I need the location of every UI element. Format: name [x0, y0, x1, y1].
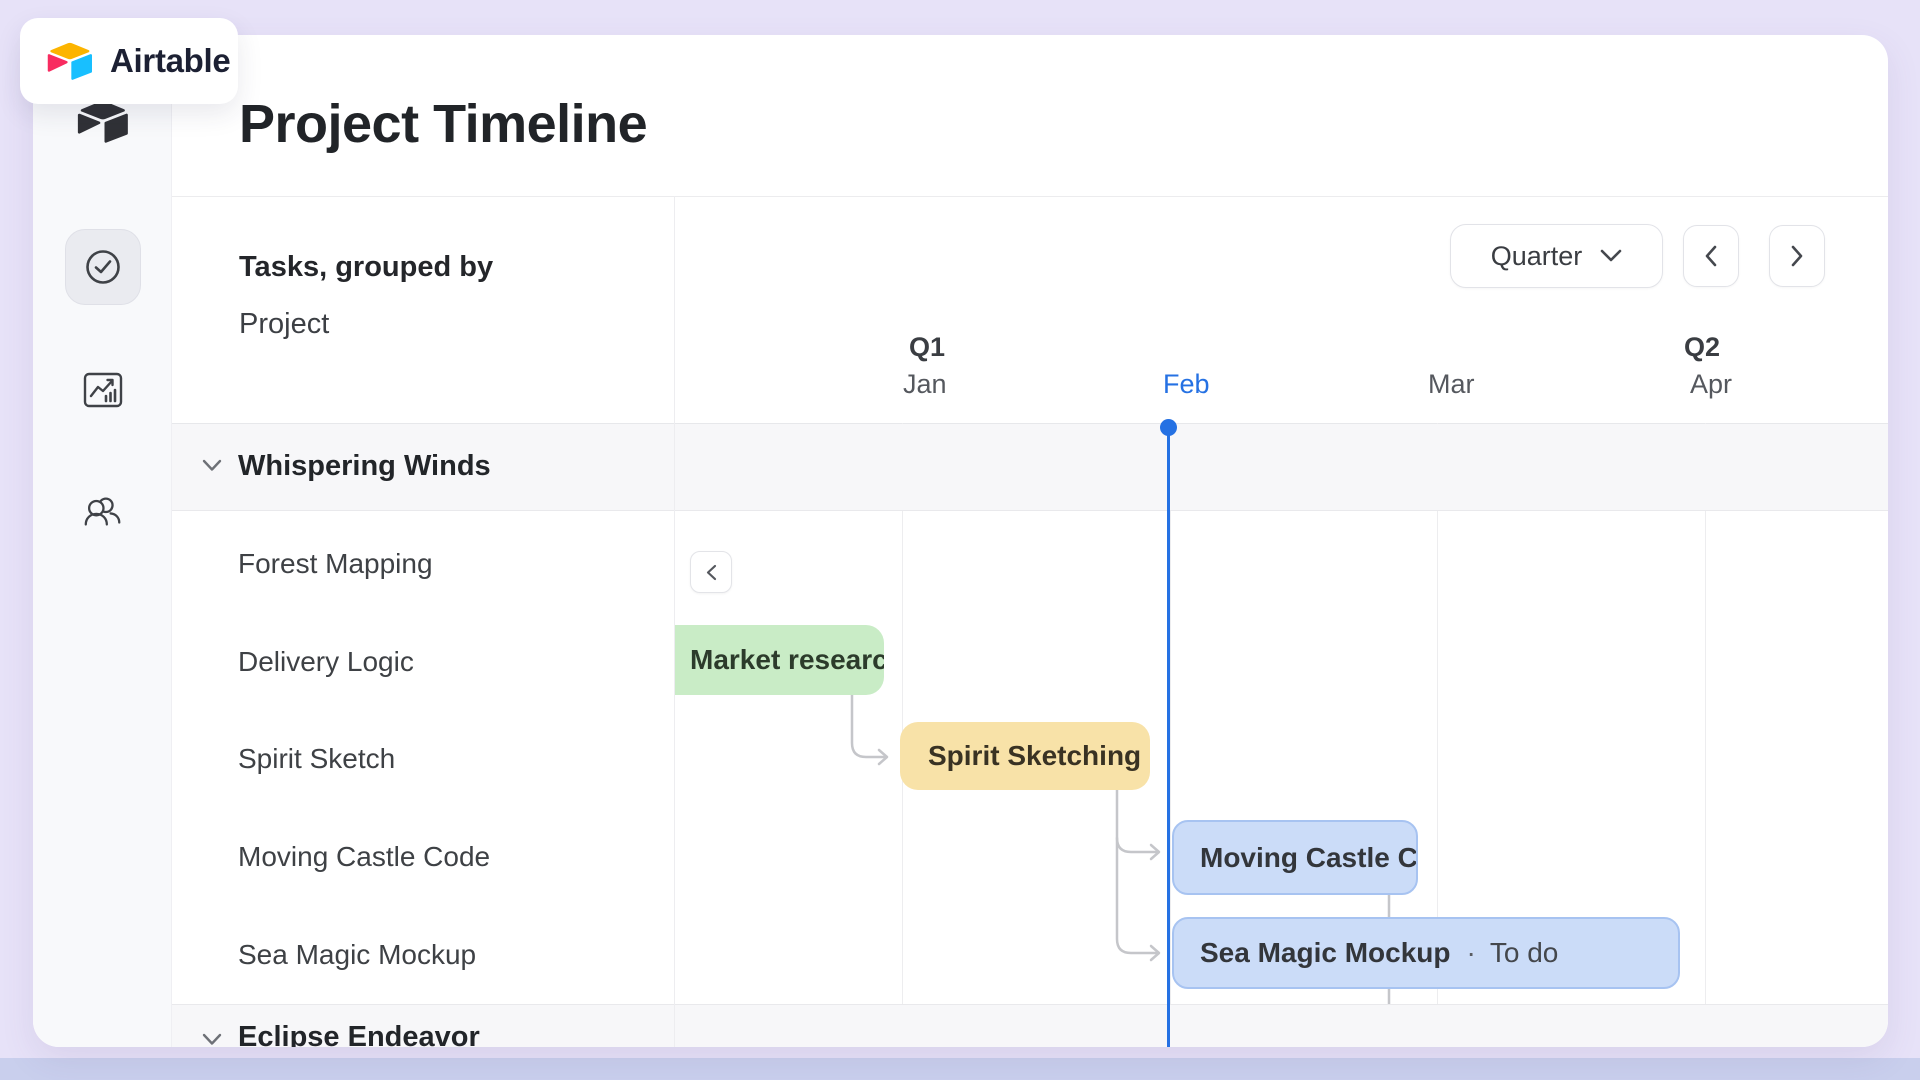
chevron-left-icon: [1704, 245, 1718, 267]
group-name: Whispering Winds: [238, 450, 491, 483]
header-divider: [172, 196, 1888, 197]
page-title: Project Timeline: [239, 93, 647, 155]
quarter-label-q1: Q1: [909, 332, 945, 363]
chevron-left-icon: [706, 564, 717, 581]
gantt-bar-sea-magic-mockup[interactable]: Sea Magic Mockup · To do: [1172, 917, 1680, 989]
chevron-down-icon: [1600, 249, 1622, 263]
timescale-select[interactable]: Quarter: [1450, 224, 1663, 288]
gantt-bar-moving-castle[interactable]: Moving Castle Code: [1172, 820, 1418, 895]
quarter-label-q2: Q2: [1684, 332, 1720, 363]
bar-label: Moving Castle Code: [1200, 842, 1418, 874]
check-circle-icon: [83, 247, 123, 287]
group-by-line1: Tasks, grouped by: [239, 239, 493, 296]
bar-label-separator: ·: [1467, 937, 1476, 969]
timescale-value: Quarter: [1491, 241, 1583, 272]
gantt-bar-market-research[interactable]: Market research: [674, 625, 884, 695]
sidebar: [33, 35, 172, 1047]
group-by-line2: Project: [239, 296, 493, 353]
users-icon: [81, 489, 125, 535]
sidebar-item-members[interactable]: [81, 490, 125, 534]
timeline-grid: Market research Spirit Sketching Moving …: [674, 423, 1888, 1047]
bar-label: Market research: [690, 644, 884, 676]
chevron-down-icon: [202, 1033, 222, 1046]
brand-badge: Airtable: [20, 18, 238, 104]
next-period-button[interactable]: [1769, 225, 1825, 287]
month-label-apr: Apr: [1690, 369, 1732, 400]
chevron-right-icon: [1790, 245, 1804, 267]
bar-label: Spirit Sketching: [928, 740, 1141, 772]
bar-status: To do: [1490, 937, 1559, 969]
group-name: Eclipse Endeavor: [238, 1021, 480, 1047]
task-row-delivery-logic[interactable]: Delivery Logic: [238, 646, 414, 678]
sidebar-item-timeline[interactable]: [65, 229, 141, 305]
panel-divider: [674, 196, 675, 1047]
brand-name: Airtable: [110, 42, 230, 80]
task-row-spirit-sketch[interactable]: Spirit Sketch: [238, 743, 395, 775]
month-label-feb: Feb: [1163, 369, 1210, 400]
task-row-sea-magic-mockup[interactable]: Sea Magic Mockup: [238, 939, 476, 971]
airtable-mark-icon[interactable]: [74, 98, 132, 146]
month-label-jan: Jan: [903, 369, 947, 400]
window-bottom-edge: [0, 1058, 1920, 1080]
gantt-bar-spirit-sketching[interactable]: Spirit Sketching: [900, 722, 1150, 790]
group-row-eclipse-endeavor[interactable]: Eclipse Endeavor: [172, 1004, 1888, 1047]
today-marker-dot: [1160, 419, 1177, 436]
group-row-whispering-winds[interactable]: Whispering Winds: [172, 424, 1888, 511]
bar-label: Sea Magic Mockup: [1200, 937, 1451, 969]
task-row-moving-castle-code[interactable]: Moving Castle Code: [238, 841, 490, 873]
app-window: Project Timeline Tasks, grouped by Proje…: [33, 35, 1888, 1047]
sidebar-item-dashboard[interactable]: [81, 368, 125, 412]
chart-icon: [81, 368, 125, 412]
month-label-mar: Mar: [1428, 369, 1475, 400]
chevron-down-icon: [202, 459, 222, 472]
prev-period-button[interactable]: [1683, 225, 1739, 287]
airtable-logo-icon: [45, 40, 95, 83]
today-line: [1167, 427, 1170, 1047]
collapse-panel-button[interactable]: [690, 551, 732, 593]
task-row-forest-mapping[interactable]: Forest Mapping: [238, 548, 433, 580]
group-by-label: Tasks, grouped by Project: [239, 239, 493, 353]
